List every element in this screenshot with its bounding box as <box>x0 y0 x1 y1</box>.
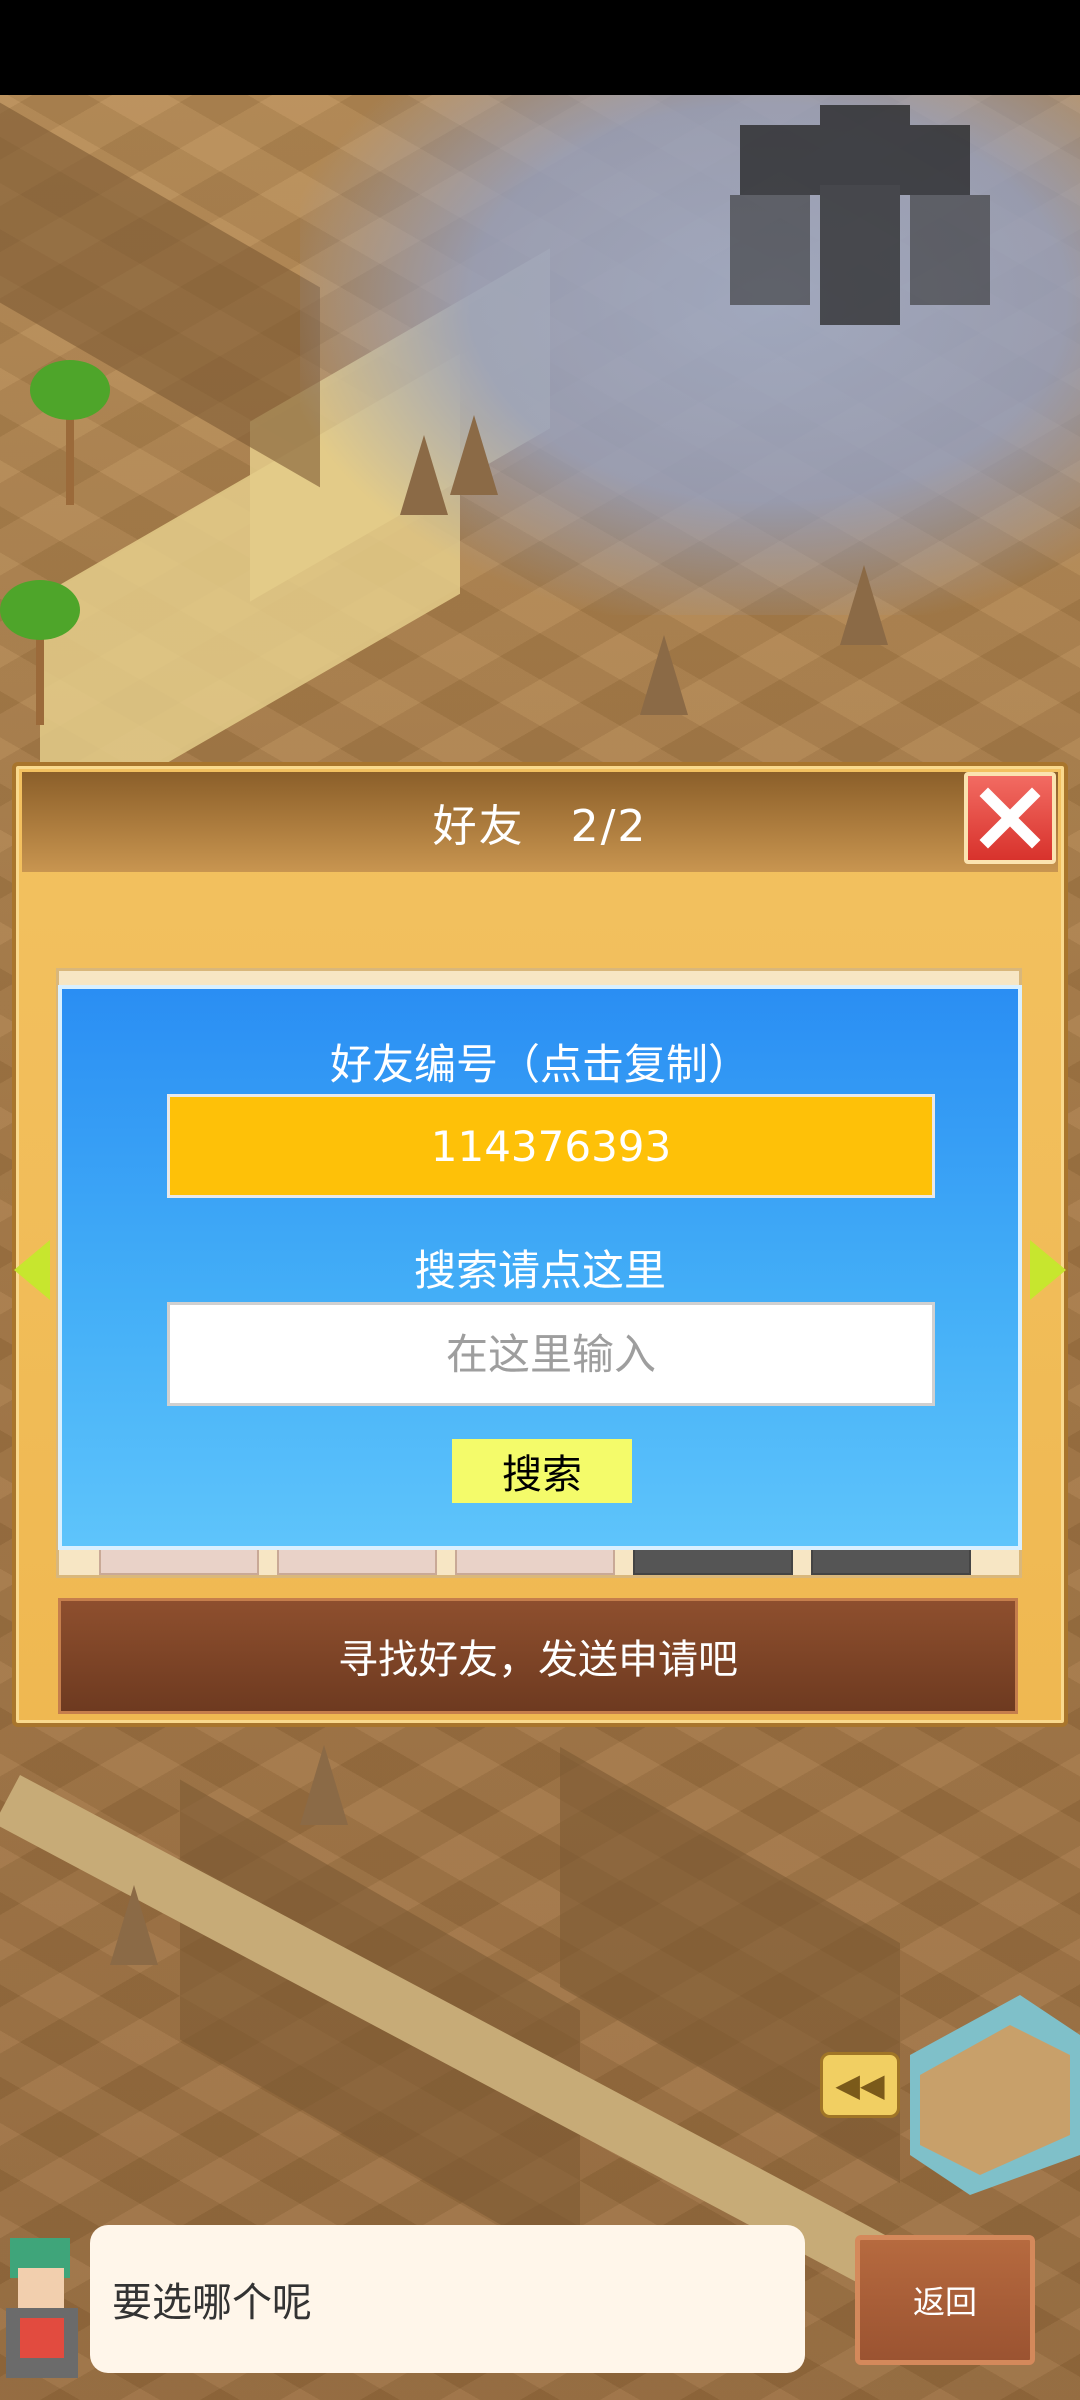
friend-id-label: 好友编号（点击复制） <box>329 1040 750 1089</box>
back-button[interactable]: 返回 <box>855 2235 1035 2365</box>
search-input[interactable] <box>167 1302 935 1406</box>
friend-id-copy-button[interactable]: 114376393 <box>167 1094 935 1198</box>
close-icon <box>979 787 1041 849</box>
rock-spire <box>640 635 688 715</box>
replay-icon[interactable]: ◀◀ <box>820 2052 900 2118</box>
rock-spire <box>110 1885 158 1965</box>
friend-id-value: 114376393 <box>430 1121 672 1171</box>
rock-spire <box>400 435 448 515</box>
dialog-title: 好友 2/2 <box>432 801 648 852</box>
rock-spire <box>840 565 888 645</box>
status-bar <box>0 0 1080 95</box>
back-button-label: 返回 <box>912 2283 977 2321</box>
find-friends-text: 寻找好友，发送申请吧 <box>338 1637 738 1683</box>
rock-spire <box>450 415 498 495</box>
close-button[interactable] <box>964 772 1056 864</box>
speech-bubble: 要选哪个呢 <box>90 2225 805 2373</box>
monster-silhouette <box>730 105 990 325</box>
building[interactable] <box>900 1995 1080 2195</box>
dialog-header: 好友 2/2 <box>22 772 1058 872</box>
speech-text: 要选哪个呢 <box>112 2280 312 2326</box>
arrow-left-icon[interactable] <box>14 1240 50 1300</box>
palm-tree-icon <box>0 580 80 725</box>
rock-spire <box>300 1745 348 1825</box>
friend-search-panel: 好友编号（点击复制） 114376393 搜索请点这里 搜索 <box>58 985 1022 1550</box>
search-button[interactable]: 搜索 <box>452 1439 632 1503</box>
search-label: 搜索请点这里 <box>413 1246 666 1295</box>
arrow-right-icon[interactable] <box>1030 1240 1066 1300</box>
find-friends-banner[interactable]: 寻找好友，发送申请吧 <box>58 1598 1018 1714</box>
character-avatar <box>6 2238 78 2378</box>
palm-tree-icon <box>30 360 110 505</box>
